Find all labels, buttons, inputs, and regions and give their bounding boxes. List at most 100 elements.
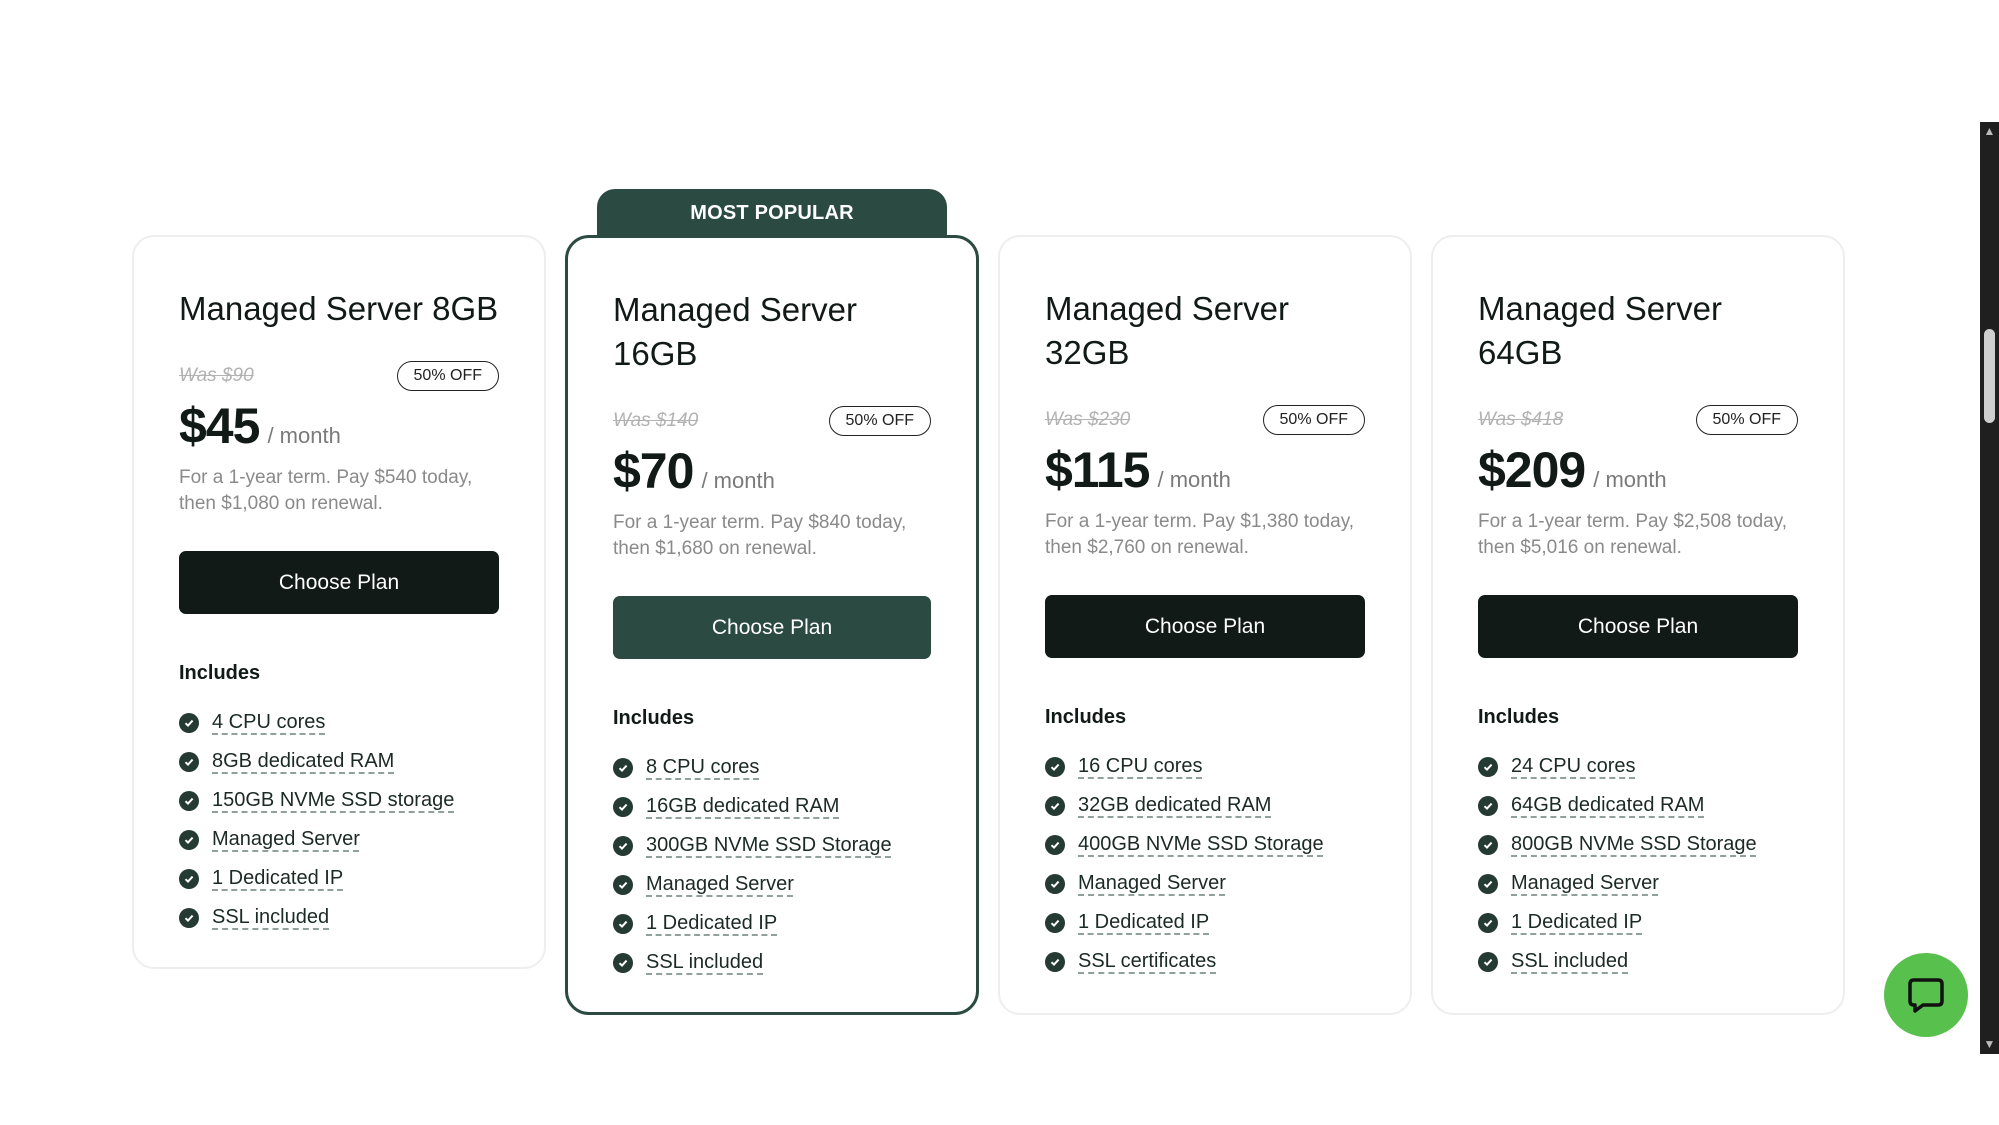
feature-label[interactable]: 64GB dedicated RAM bbox=[1511, 794, 1704, 817]
choose-plan-button[interactable]: Choose Plan bbox=[1045, 595, 1365, 658]
was-price: Was $140 bbox=[613, 410, 699, 431]
choose-plan-button[interactable]: Choose Plan bbox=[1478, 595, 1798, 658]
feature-item: 24 CPU cores bbox=[1478, 747, 1798, 786]
price-row: $45 / month bbox=[179, 397, 499, 455]
check-circle-icon bbox=[179, 829, 199, 850]
price-period: / month bbox=[1593, 467, 1667, 492]
choose-plan-button[interactable]: Choose Plan bbox=[613, 596, 931, 659]
price-row: $70 / month bbox=[613, 442, 931, 500]
check-circle-icon bbox=[1045, 756, 1065, 777]
price: $115 bbox=[1045, 442, 1150, 498]
feature-label[interactable]: SSL included bbox=[646, 951, 763, 974]
price-row: $209 / month bbox=[1478, 441, 1798, 499]
feature-item: 64GB dedicated RAM bbox=[1478, 786, 1798, 825]
feature-label[interactable]: 800GB NVMe SSD Storage bbox=[1511, 833, 1757, 856]
feature-item: SSL included bbox=[613, 943, 931, 982]
feature-label[interactable]: SSL included bbox=[1511, 950, 1628, 973]
choose-plan-button[interactable]: Choose Plan bbox=[179, 551, 499, 614]
check-circle-icon bbox=[613, 874, 633, 895]
term-note: For a 1-year term. Pay $1,380 today, the… bbox=[1045, 511, 1355, 558]
feature-list: 24 CPU cores 64GB dedicated RAM 800GB NV… bbox=[1478, 747, 1798, 981]
includes-heading: Includes bbox=[1478, 706, 1560, 728]
price-header: Was $90 50% OFF bbox=[179, 361, 499, 391]
feature-label[interactable]: SSL included bbox=[212, 906, 329, 929]
scrollbar[interactable]: ▲ ▼ bbox=[1980, 122, 1999, 1054]
discount-badge: 50% OFF bbox=[1695, 405, 1798, 435]
plan-name: Managed Server 8GB bbox=[179, 290, 499, 327]
plan-card-64gb: Managed Server 64GB Was $418 50% OFF $20… bbox=[1431, 235, 1845, 1015]
price-period: / month bbox=[1157, 467, 1231, 492]
price: $209 bbox=[1478, 442, 1586, 498]
feature-label[interactable]: 4 CPU cores bbox=[212, 711, 325, 734]
plan-name: Managed Server 32GB bbox=[1045, 290, 1289, 371]
check-circle-icon bbox=[1478, 756, 1498, 777]
term-note: For a 1-year term. Pay $540 today, then … bbox=[179, 467, 473, 514]
feature-item: 1 Dedicated IP bbox=[613, 904, 931, 943]
feature-item: 1 Dedicated IP bbox=[1045, 903, 1365, 942]
feature-label[interactable]: 32GB dedicated RAM bbox=[1078, 794, 1271, 817]
feature-label[interactable]: 1 Dedicated IP bbox=[646, 912, 777, 935]
check-circle-icon bbox=[1045, 873, 1065, 894]
feature-label[interactable]: SSL certificates bbox=[1078, 950, 1216, 973]
was-price: Was $90 bbox=[179, 365, 254, 386]
feature-label[interactable]: Managed Server bbox=[1078, 872, 1226, 895]
price-period: / month bbox=[701, 468, 775, 493]
price-header: Was $230 50% OFF bbox=[1045, 405, 1365, 435]
feature-item: Managed Server bbox=[1045, 864, 1365, 903]
check-circle-icon bbox=[1478, 834, 1498, 855]
feature-label[interactable]: 1 Dedicated IP bbox=[1078, 911, 1209, 934]
term-note: For a 1-year term. Pay $2,508 today, the… bbox=[1478, 511, 1788, 558]
includes-heading: Includes bbox=[179, 662, 261, 684]
feature-item: 4 CPU cores bbox=[179, 703, 499, 742]
feature-label[interactable]: 1 Dedicated IP bbox=[1511, 911, 1642, 934]
price-row: $115 / month bbox=[1045, 441, 1365, 499]
feature-item: Managed Server bbox=[613, 865, 931, 904]
plan-name: Managed Server 64GB bbox=[1478, 290, 1722, 371]
feature-label[interactable]: Managed Server bbox=[646, 873, 794, 896]
feature-item: 150GB NVMe SSD storage bbox=[179, 781, 499, 820]
scrollbar-thumb[interactable] bbox=[1984, 329, 1995, 423]
check-circle-icon bbox=[179, 907, 199, 928]
feature-item: 32GB dedicated RAM bbox=[1045, 786, 1365, 825]
feature-list: 16 CPU cores 32GB dedicated RAM 400GB NV… bbox=[1045, 747, 1365, 981]
feature-label[interactable]: 8 CPU cores bbox=[646, 756, 759, 779]
feature-label[interactable]: 8GB dedicated RAM bbox=[212, 750, 394, 773]
plan-card-32gb: Managed Server 32GB Was $230 50% OFF $11… bbox=[998, 235, 1412, 1015]
check-circle-icon bbox=[613, 796, 633, 817]
feature-label[interactable]: 300GB NVMe SSD Storage bbox=[646, 834, 892, 857]
feature-label[interactable]: Managed Server bbox=[1511, 872, 1659, 895]
feature-label[interactable]: 16 CPU cores bbox=[1078, 755, 1203, 778]
term-note: For a 1-year term. Pay $840 today, then … bbox=[613, 512, 907, 559]
arrow-up-icon[interactable]: ▲ bbox=[1980, 122, 1999, 141]
price-period: / month bbox=[267, 423, 341, 448]
check-circle-icon bbox=[1045, 912, 1065, 933]
price: $45 bbox=[179, 398, 260, 454]
pricing-section: MOST POPULAR Managed Server 8GB Was $90 … bbox=[0, 0, 1999, 1125]
check-circle-icon bbox=[179, 712, 199, 733]
price-header: Was $140 50% OFF bbox=[613, 406, 931, 436]
feature-label[interactable]: 16GB dedicated RAM bbox=[646, 795, 839, 818]
feature-label[interactable]: Managed Server bbox=[212, 828, 360, 851]
arrow-down-icon[interactable]: ▼ bbox=[1980, 1035, 1999, 1054]
feature-list: 4 CPU cores 8GB dedicated RAM 150GB NVMe… bbox=[179, 703, 499, 937]
feature-label[interactable]: 400GB NVMe SSD Storage bbox=[1078, 833, 1324, 856]
price-header: Was $418 50% OFF bbox=[1478, 405, 1798, 435]
check-circle-icon bbox=[613, 952, 633, 973]
feature-item: SSL included bbox=[1478, 942, 1798, 981]
check-circle-icon bbox=[179, 868, 199, 889]
check-circle-icon bbox=[613, 835, 633, 856]
includes-heading: Includes bbox=[613, 707, 695, 729]
check-circle-icon bbox=[1478, 795, 1498, 816]
feature-label[interactable]: 1 Dedicated IP bbox=[212, 867, 343, 890]
price: $70 bbox=[613, 443, 694, 499]
check-circle-icon bbox=[179, 790, 199, 811]
feature-label[interactable]: 150GB NVMe SSD storage bbox=[212, 789, 454, 812]
feature-label[interactable]: 24 CPU cores bbox=[1511, 755, 1636, 778]
plan-name: Managed Server 16GB bbox=[613, 291, 857, 372]
feature-item: 1 Dedicated IP bbox=[1478, 903, 1798, 942]
plan-card-16gb: Managed Server 16GB Was $140 50% OFF $70… bbox=[565, 235, 979, 1015]
feature-item: 16 CPU cores bbox=[1045, 747, 1365, 786]
feature-item: 1 Dedicated IP bbox=[179, 859, 499, 898]
check-circle-icon bbox=[1478, 912, 1498, 933]
chat-button[interactable] bbox=[1884, 953, 1968, 1037]
